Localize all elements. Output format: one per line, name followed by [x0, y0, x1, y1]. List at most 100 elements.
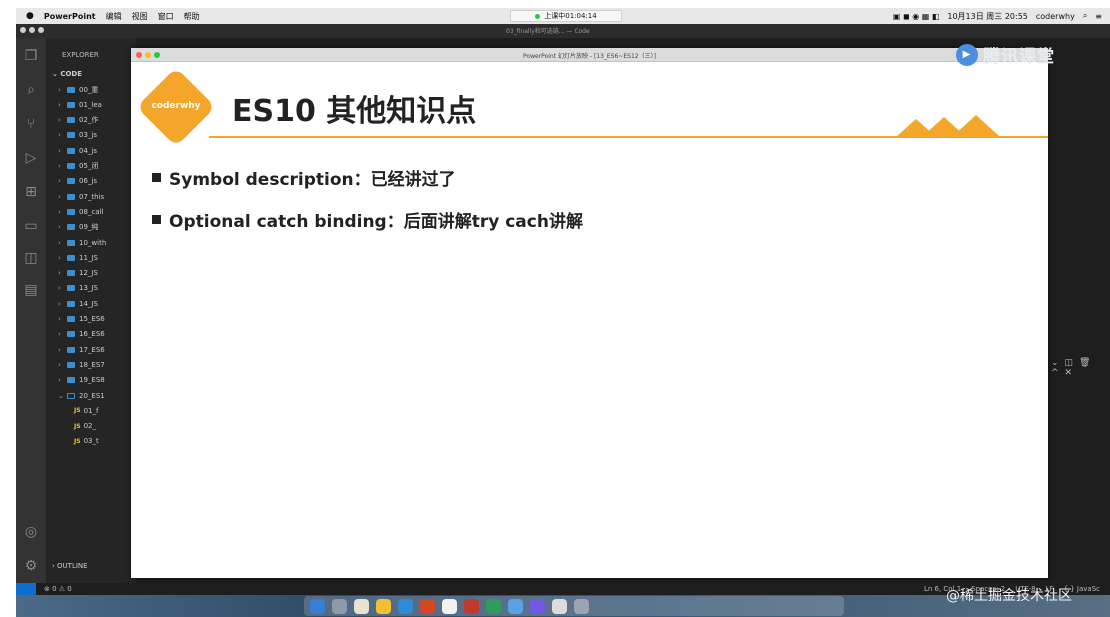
- recording-dot-icon: [535, 13, 541, 19]
- file-tree-item[interactable]: › 09_纯: [58, 220, 98, 235]
- file-tree-item[interactable]: › 12_JS: [58, 266, 98, 281]
- app-icon[interactable]: [508, 598, 523, 614]
- file-tree-label: 00_重: [79, 85, 99, 94]
- chevron-right-icon: ›: [58, 100, 61, 109]
- file-tree-item[interactable]: › 00_重: [58, 82, 98, 97]
- remote-indicator-icon[interactable]: [16, 583, 36, 595]
- powerpoint-titlebar: PowerPoint 幻灯片放映 - [13_ES6~ES12（三）]: [131, 48, 1048, 62]
- file-tree-item[interactable]: JS 01_f: [74, 403, 98, 418]
- recording-time: 上课中01:04:14: [544, 12, 597, 20]
- file-tree-item[interactable]: JS 03_t: [74, 434, 99, 449]
- app-icon[interactable]: [486, 598, 501, 614]
- app-icon[interactable]: [552, 598, 567, 614]
- notes-app-icon[interactable]: [354, 598, 369, 614]
- outline-section[interactable]: › OUTLINE: [52, 562, 88, 570]
- typora-app-icon[interactable]: [442, 598, 457, 614]
- workspace-root[interactable]: ⌄ CODE: [52, 70, 82, 78]
- file-tree-item[interactable]: › 16_ES6: [58, 327, 105, 342]
- file-tree-label: 09_纯: [79, 223, 99, 232]
- folder-icon: [67, 346, 75, 353]
- file-tree-item[interactable]: › 01_lea: [58, 97, 102, 112]
- file-tree-item[interactable]: › 05_闭: [58, 159, 98, 174]
- folder-icon: [67, 86, 75, 93]
- menu-help[interactable]: 帮助: [184, 11, 200, 22]
- project-manager-icon[interactable]: ▤: [23, 282, 39, 298]
- file-tree-item[interactable]: › 15_ES6: [58, 312, 105, 327]
- wps-app-icon[interactable]: [464, 598, 479, 614]
- folder-icon: [67, 254, 75, 261]
- folder-icon: [67, 101, 75, 108]
- recording-indicator[interactable]: 上课中01:04:14: [510, 10, 622, 22]
- file-tree-item[interactable]: › 02_作: [58, 113, 98, 128]
- file-tree-label: 04_js: [79, 146, 97, 155]
- folder-icon: [67, 285, 75, 292]
- remote-explorer-icon[interactable]: ▭: [23, 218, 39, 234]
- file-tree-item[interactable]: › 03_js: [58, 128, 97, 143]
- chevron-right-icon: ›: [58, 253, 61, 262]
- chevron-right-icon: ›: [58, 162, 61, 170]
- folder-icon: [67, 239, 75, 246]
- file-tree-label: 17_ES6: [79, 345, 105, 354]
- window-traffic-lights[interactable]: [20, 27, 47, 33]
- javascript-file-icon: JS: [74, 407, 81, 415]
- file-tree-label: 05_闭: [79, 162, 99, 170]
- run-debug-icon[interactable]: ▷: [23, 150, 39, 166]
- file-tree-item[interactable]: › 10_with: [58, 235, 106, 250]
- file-tree-item[interactable]: › 14_JS: [58, 296, 98, 311]
- trash-icon[interactable]: [574, 598, 589, 614]
- file-tree-label: 02_: [83, 422, 96, 431]
- account-icon[interactable]: ◎: [23, 524, 39, 540]
- folder-icon: [67, 270, 75, 277]
- finder-app-icon[interactable]: [310, 598, 325, 614]
- menu-app-name[interactable]: PowerPoint: [44, 12, 96, 21]
- problems-count[interactable]: ⊗ 0 ⚠ 0: [44, 585, 72, 593]
- file-tree-label: 06_js: [79, 177, 97, 186]
- menubar-user[interactable]: coderwhy: [1036, 12, 1075, 21]
- app-icon[interactable]: [530, 598, 545, 614]
- slide[interactable]: coderwhy ES10 其他知识点 Symbol description：已…: [131, 62, 1048, 578]
- file-tree-item[interactable]: › 11_JS: [58, 250, 98, 265]
- stickies-app-icon[interactable]: [376, 598, 391, 614]
- source-control-icon[interactable]: ⑂: [23, 116, 39, 132]
- bullet-text: Symbol description：已经讲过了: [169, 170, 456, 190]
- apple-menu-icon[interactable]: ●: [26, 11, 34, 21]
- file-tree-label: 16_ES6: [79, 330, 105, 339]
- juejin-watermark: @稀土掘金技术社区: [946, 588, 1072, 604]
- folder-icon: [67, 300, 75, 307]
- panel-action-icons[interactable]: ⌄◫🗑^✕: [1051, 358, 1110, 378]
- safari-app-icon[interactable]: [332, 598, 347, 614]
- extensions-icon[interactable]: ⊞: [23, 184, 39, 200]
- file-tree-label: 11_JS: [79, 253, 98, 262]
- vscode-app-icon[interactable]: [398, 598, 413, 614]
- bookmark-icon[interactable]: ◫: [23, 250, 39, 266]
- file-tree-item[interactable]: › 13_JS: [58, 281, 98, 296]
- chevron-right-icon: ›: [58, 284, 61, 293]
- file-tree-item[interactable]: JS 02_: [74, 419, 96, 434]
- menubar-clock[interactable]: 10月13日 周三 20:55: [947, 11, 1028, 22]
- explorer-files-icon[interactable]: ❐: [23, 48, 39, 64]
- spotlight-search-icon[interactable]: ⌕: [1083, 11, 1087, 21]
- menu-window[interactable]: 窗口: [158, 11, 174, 22]
- file-tree-item[interactable]: › 17_ES6: [58, 342, 105, 357]
- menu-view[interactable]: 视图: [132, 11, 148, 22]
- status-icons[interactable]: ▣ ◼ ◉ ▦ ◧: [893, 12, 939, 21]
- file-tree-item[interactable]: › 06_js: [58, 174, 97, 189]
- menu-edit[interactable]: 编辑: [106, 11, 122, 22]
- file-tree-item[interactable]: ⌄ 20_ES1: [58, 388, 105, 403]
- bullet-item: Optional catch binding：后面讲解try cach讲解: [152, 207, 583, 232]
- file-tree-item[interactable]: › 07_this: [58, 189, 104, 204]
- file-tree-item[interactable]: › 08_call: [58, 204, 103, 219]
- file-tree-item[interactable]: › 19_ES8: [58, 373, 105, 388]
- search-icon[interactable]: ⌕: [23, 82, 39, 98]
- file-tree-item[interactable]: › 04_js: [58, 143, 97, 158]
- powerpoint-app-icon[interactable]: [420, 598, 435, 614]
- file-tree-item[interactable]: › 18_ES7: [58, 357, 105, 372]
- explorer-heading: EXPLORER: [62, 51, 99, 59]
- bullet-text: Optional catch binding：后面讲解try cach讲解: [169, 212, 583, 232]
- javascript-file-icon: JS: [74, 422, 81, 430]
- control-center-icon[interactable]: ≡: [1095, 12, 1102, 21]
- menubar-status-area: ▣ ◼ ◉ ▦ ◧ 10月13日 周三 20:55 coderwhy ⌕ ≡: [885, 8, 1102, 24]
- settings-gear-icon[interactable]: ⚙: [23, 558, 39, 574]
- chevron-right-icon: ›: [58, 360, 61, 369]
- folder-icon: [67, 163, 75, 169]
